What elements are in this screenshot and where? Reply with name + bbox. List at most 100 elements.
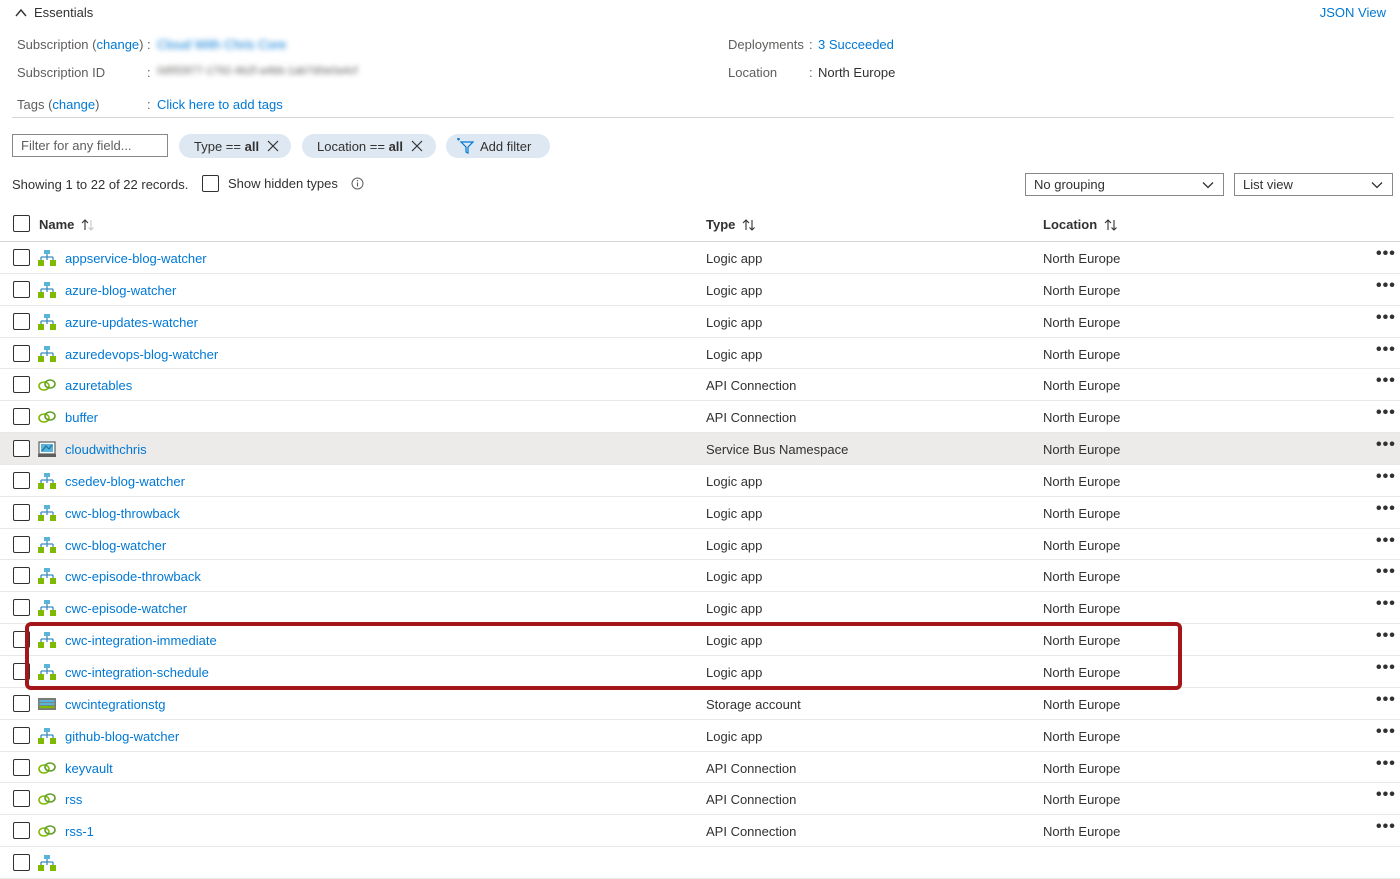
resource-name-link[interactable]: appservice-blog-watcher [65, 251, 207, 266]
table-row[interactable]: cwc-blog-throwback Logic app North Europe •… [0, 497, 1400, 529]
table-row[interactable]: github-blog-watcher Logic app North Europe… [0, 720, 1400, 752]
show-hidden-checkbox[interactable] [202, 175, 219, 192]
more-actions-button[interactable]: ••• [1376, 691, 1396, 709]
row-checkbox[interactable] [13, 694, 30, 712]
row-checkbox[interactable] [13, 662, 30, 680]
table-row[interactable]: keyvault API Connection North Europe ••• [0, 752, 1400, 784]
row-checkbox[interactable] [13, 376, 30, 394]
deployments-link[interactable]: 3 Succeeded [818, 37, 894, 52]
row-checkbox[interactable] [13, 758, 30, 776]
row-checkbox[interactable] [13, 726, 30, 744]
table-row[interactable]: cwc-integration-schedule Logic app North E… [0, 656, 1400, 688]
close-icon[interactable] [267, 140, 279, 152]
more-actions-button[interactable]: ••• [1376, 627, 1396, 645]
row-checkbox[interactable] [13, 249, 30, 266]
more-actions-button[interactable]: ••• [1376, 245, 1396, 263]
show-hidden-types[interactable]: Show hidden types [202, 175, 364, 192]
location-filter-pill[interactable]: Location == all [302, 134, 436, 158]
type-column-header[interactable]: Type [706, 217, 757, 232]
resource-name-link[interactable]: keyvault [65, 761, 113, 776]
essentials-toggle[interactable]: Essentials [14, 5, 93, 20]
more-actions-button[interactable]: ••• [1376, 277, 1396, 295]
row-checkbox[interactable] [13, 312, 30, 330]
table-row[interactable]: cwc-integration-immediate Logic app North … [0, 624, 1400, 656]
more-actions-button[interactable]: ••• [1376, 436, 1396, 454]
resource-name-link[interactable]: cwc-integration-immediate [65, 633, 217, 648]
table-row[interactable]: azuretables API Connection North Europe ••• [0, 369, 1400, 402]
resource-name-link[interactable]: cwc-episode-watcher [65, 601, 187, 616]
tags-change-link[interactable]: change [52, 97, 95, 112]
table-row[interactable]: cloudwithchris Service Bus Namespace North… [0, 433, 1400, 465]
row-checkbox[interactable] [13, 503, 30, 521]
more-actions-button[interactable]: ••• [1376, 723, 1396, 741]
table-row[interactable]: cwc-episode-watcher Logic app North Europe… [0, 592, 1400, 625]
add-tags-link[interactable]: Click here to add tags [157, 97, 283, 112]
row-checkbox[interactable] [13, 280, 30, 298]
table-row[interactable]: cwc-episode-throwback Logic app North Euro… [0, 560, 1400, 593]
resource-name-link[interactable]: cwc-blog-watcher [65, 538, 166, 553]
more-actions-button[interactable]: ••• [1376, 404, 1396, 422]
resource-name-link[interactable]: cwc-blog-throwback [65, 506, 180, 521]
row-checkbox[interactable] [13, 471, 30, 489]
json-view-link[interactable]: JSON View [1320, 5, 1386, 20]
table-row[interactable] [0, 847, 1400, 879]
resource-name-link[interactable]: buffer [65, 410, 98, 425]
table-row[interactable]: cwc-blog-watcher Logic app North Europe ••• [0, 529, 1400, 561]
resource-name-link[interactable]: github-blog-watcher [65, 729, 179, 744]
resource-name-link[interactable]: cwc-episode-throwback [65, 569, 201, 584]
resource-name-link[interactable]: rss-1 [65, 824, 94, 839]
more-actions-button[interactable]: ••• [1376, 755, 1396, 773]
view-dropdown[interactable]: List view [1234, 173, 1393, 196]
resource-name-link[interactable]: cwc-integration-schedule [65, 665, 209, 680]
more-actions-button[interactable]: ••• [1376, 595, 1396, 613]
add-filter-button[interactable]: Add filter [446, 134, 550, 158]
location-column-header[interactable]: Location [1043, 217, 1119, 232]
name-column-header[interactable]: Name [39, 217, 96, 232]
resource-name-link[interactable]: azuretables [65, 378, 132, 393]
resource-name-link[interactable]: csedev-blog-watcher [65, 474, 185, 489]
more-actions-button[interactable]: ••• [1376, 563, 1396, 581]
table-row[interactable]: rss API Connection North Europe ••• [0, 783, 1400, 816]
more-actions-button[interactable]: ••• [1376, 818, 1396, 836]
type-filter-value: all [244, 138, 260, 154]
more-actions-button[interactable]: ••• [1376, 372, 1396, 390]
resource-name-link[interactable]: cloudwithchris [65, 442, 147, 457]
info-icon[interactable] [351, 177, 364, 190]
row-checkbox[interactable] [13, 790, 30, 808]
filter-input[interactable] [12, 134, 168, 157]
resource-name-link[interactable]: azure-blog-watcher [65, 283, 176, 298]
subscription-change-link[interactable]: change [97, 37, 140, 52]
type-filter-pill[interactable]: Type == all [179, 134, 291, 158]
resource-name-link[interactable]: rss [65, 792, 82, 807]
more-actions-button[interactable]: ••• [1376, 532, 1396, 550]
more-actions-button[interactable]: ••• [1376, 786, 1396, 804]
table-row[interactable]: csedev-blog-watcher Logic app North Europe… [0, 465, 1400, 497]
row-checkbox[interactable] [13, 599, 30, 617]
table-row[interactable]: azuredevops-blog-watcher Logic app North E… [0, 338, 1400, 370]
more-actions-button[interactable]: ••• [1376, 341, 1396, 359]
table-row[interactable]: cwcintegrationstg Storage account North Eu… [0, 688, 1400, 720]
close-icon[interactable] [411, 140, 423, 152]
row-checkbox[interactable] [13, 408, 30, 426]
row-checkbox[interactable] [13, 440, 30, 458]
more-actions-button[interactable]: ••• [1376, 309, 1396, 327]
row-checkbox[interactable] [13, 535, 30, 553]
table-row[interactable]: azure-blog-watcher Logic app North Europe •… [0, 274, 1400, 306]
subscription-value-link[interactable]: Cloud With Chris Core [157, 37, 286, 52]
grouping-dropdown[interactable]: No grouping [1025, 173, 1224, 196]
more-actions-button[interactable]: ••• [1376, 468, 1396, 486]
resource-name-link[interactable]: azure-updates-watcher [65, 315, 198, 330]
more-actions-button[interactable]: ••• [1376, 500, 1396, 518]
table-row[interactable]: appservice-blog-watcher Logic app North Eu… [0, 242, 1400, 274]
more-actions-button[interactable]: ••• [1376, 659, 1396, 677]
row-checkbox[interactable] [13, 344, 30, 362]
table-row[interactable]: rss-1 API Connection North Europe ••• [0, 815, 1400, 848]
table-row[interactable]: azure-updates-watcher Logic app North Euro… [0, 306, 1400, 338]
select-all-checkbox[interactable] [13, 215, 30, 232]
resource-name-link[interactable]: azuredevops-blog-watcher [65, 347, 218, 362]
row-checkbox[interactable] [13, 567, 30, 585]
table-row[interactable]: buffer API Connection North Europe ••• [0, 401, 1400, 434]
resource-name-link[interactable]: cwcintegrationstg [65, 697, 165, 712]
row-checkbox[interactable] [13, 631, 30, 649]
row-checkbox[interactable] [13, 822, 30, 840]
